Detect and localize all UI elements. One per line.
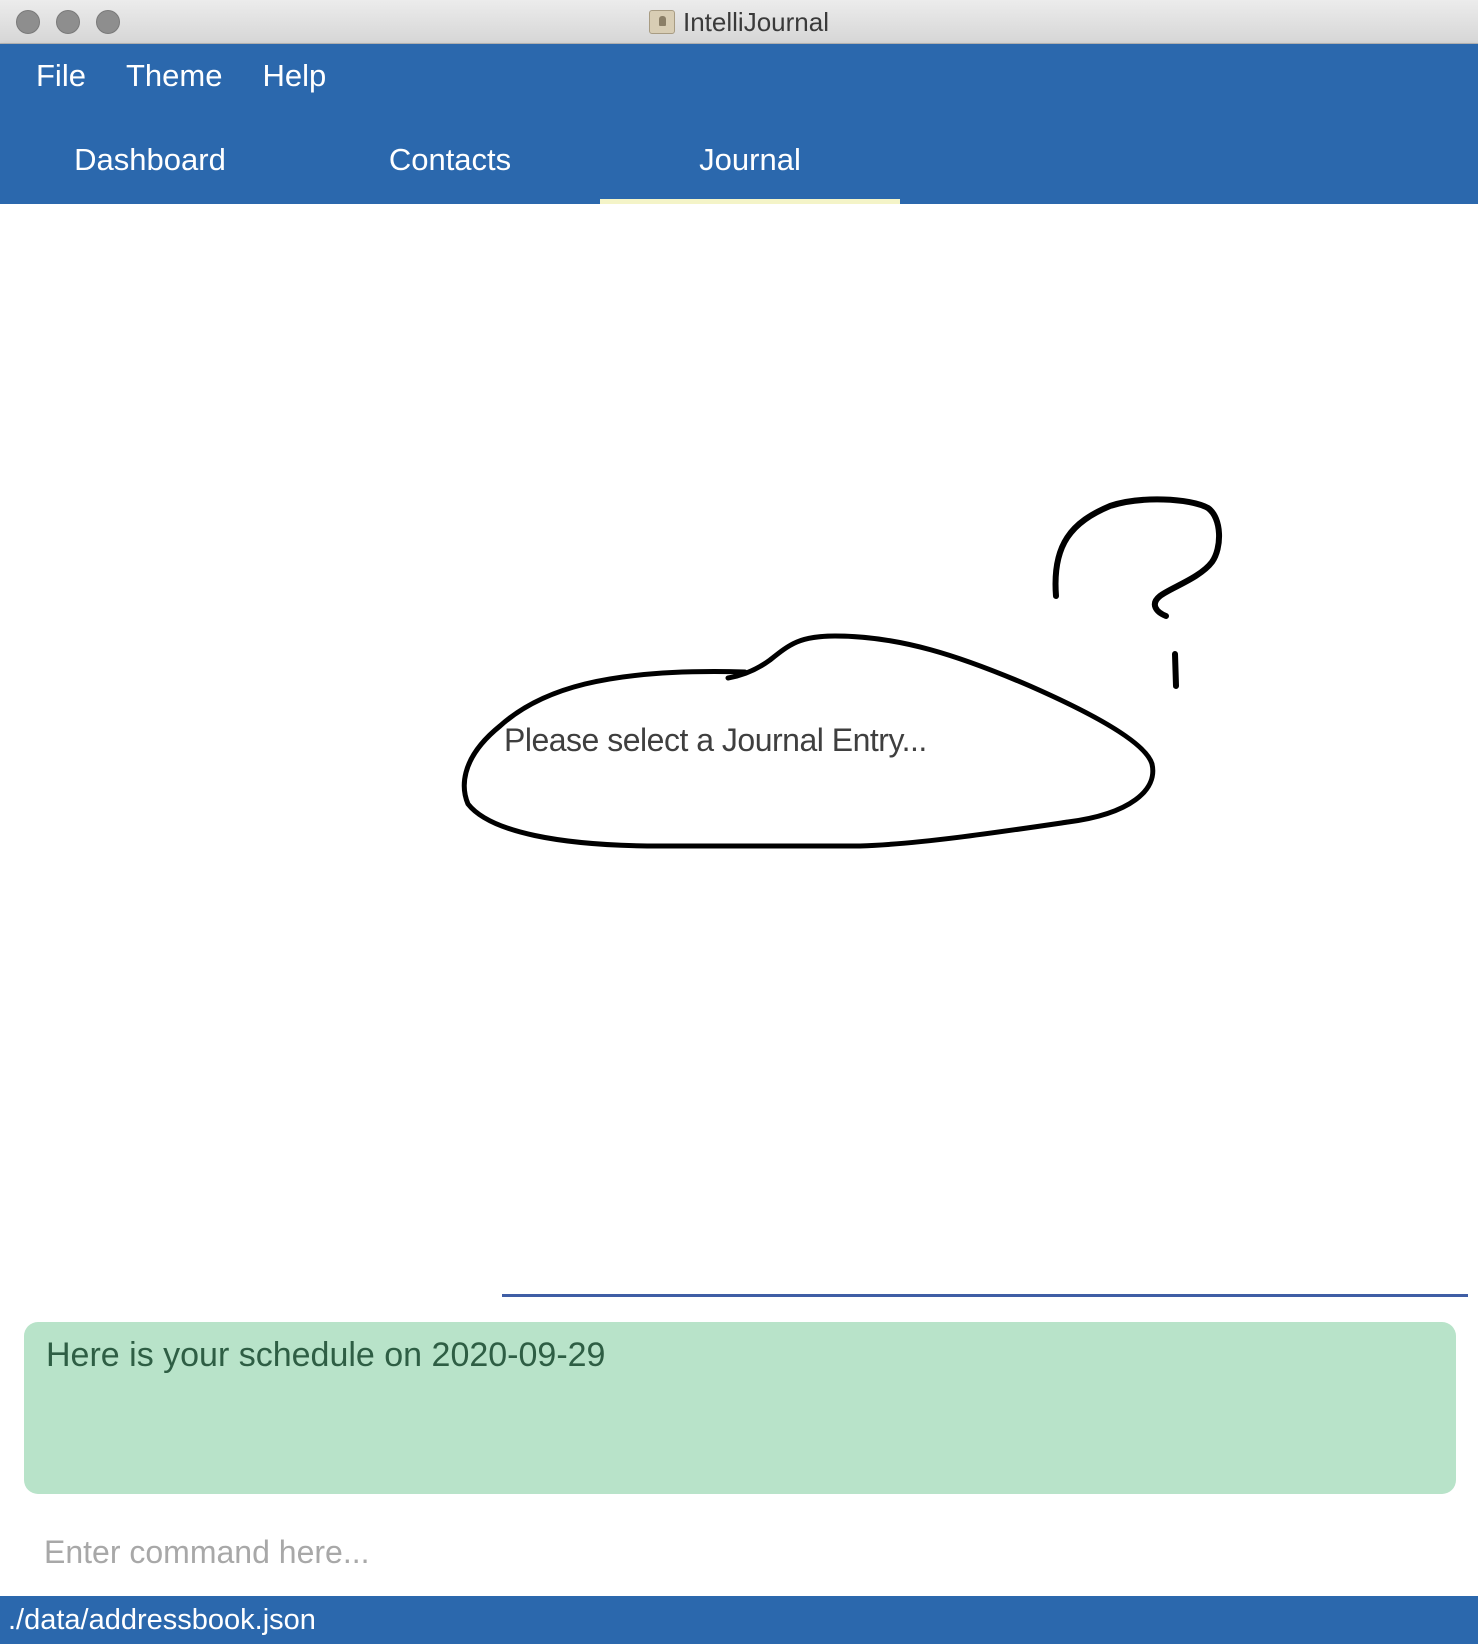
tab-contacts[interactable]: Contacts	[300, 132, 600, 204]
question-mark-curve	[1052, 496, 1223, 619]
menu-theme[interactable]: Theme	[126, 58, 222, 94]
app-icon	[649, 10, 675, 34]
tab-contacts-label: Contacts	[388, 142, 512, 177]
question-mark-dot	[1172, 651, 1179, 689]
journal-view-panel: Please select a Journal Entry...	[0, 204, 1478, 1297]
tab-journal-label: Journal	[699, 142, 801, 177]
result-message: Here is your schedule on 2020-09-29	[46, 1336, 606, 1374]
tab-dashboard[interactable]: Dashboard	[0, 132, 300, 204]
command-input[interactable]	[24, 1520, 1456, 1584]
menu-bar: File Theme Help	[0, 44, 326, 108]
status-bar: ./data/addressbook.json	[0, 1596, 1478, 1644]
window-title-group: IntelliJournal	[0, 0, 1478, 44]
select-entry-placeholder: Please select a Journal Entry...	[504, 722, 927, 758]
tab-journal[interactable]: Journal	[600, 132, 900, 204]
tab-dashboard-label: Dashboard	[74, 142, 226, 177]
menu-file[interactable]: File	[36, 58, 86, 94]
title-bar: IntelliJournal	[0, 0, 1478, 44]
app-header: File Theme Help Dashboard Contacts Journ…	[0, 44, 1478, 204]
result-display: Here is your schedule on 2020-09-29	[24, 1322, 1456, 1494]
menu-help[interactable]: Help	[262, 58, 326, 94]
command-box	[24, 1520, 1456, 1584]
save-location-path: ./data/addressbook.json	[8, 1603, 316, 1636]
app-window: IntelliJournal File Theme Help Dashboard…	[0, 0, 1478, 1644]
window-title: IntelliJournal	[683, 6, 829, 37]
tab-bar: Dashboard Contacts Journal	[0, 132, 900, 204]
panel-divider	[502, 1294, 1468, 1297]
